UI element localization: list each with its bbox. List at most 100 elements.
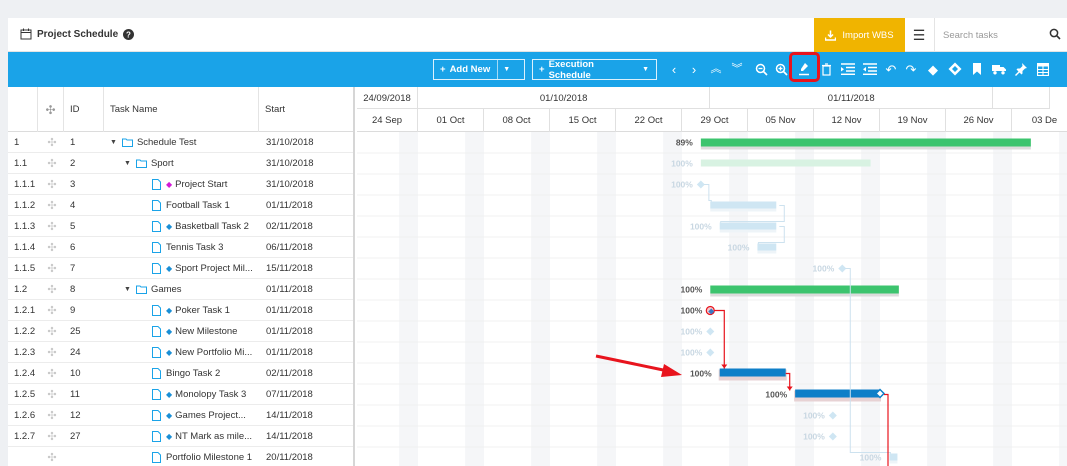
task-name-cell[interactable]: Football Task 1 [152,195,259,216]
drag-handle-icon[interactable]: ✣ [42,153,62,174]
table-row[interactable]: 1 ✣ 1 ▼ Schedule Test 31/10/2018 [8,132,353,153]
expand-toggle-icon[interactable]: ▼ [124,286,131,293]
expand-toggle-icon[interactable]: ▼ [124,160,131,167]
progress-label: 100% [690,222,712,232]
drag-handle-icon[interactable]: ✣ [42,342,62,363]
timeline-week-cell: 22 Oct [616,109,682,132]
gantt-body[interactable]: 89% 100% 100% 100% 100% 100% 100% 100% 100% 100% 1… [357,132,1067,466]
redo-icon[interactable]: ↷ [903,61,919,77]
chevron-left-icon[interactable]: ‹ [666,61,682,77]
id-cell [70,447,104,466]
table-icon[interactable] [1035,61,1051,77]
table-row[interactable]: 1.2.3 ✣ 24 ◆ New Portfolio Mi... 01/11/2018 [8,342,353,363]
progress-label: 100% [765,390,787,400]
table-row[interactable]: 1.2.1 ✣ 9 ◆ Poker Task 1 01/11/2018 [8,300,353,321]
start-cell: 14/11/2018 [266,431,313,442]
page-title-text: Project Schedule [37,28,119,40]
search-input[interactable] [943,27,1043,43]
task-name-text: Basketball Task 2 [175,221,249,232]
panel-header: Project Schedule ? Import WBS ☰ [8,18,1067,52]
undo-icon[interactable]: ↶ [883,61,899,77]
timeline-week-cell: 15 Oct [550,109,616,132]
wbs-cell: 1.1 [14,158,28,169]
collapse-all-icon[interactable]: ︾ [729,61,745,77]
table-row[interactable]: 1.1.5 ✣ 7 ◆ Sport Project Mil... 15/11/2018 [8,258,353,279]
weekend-stripe [861,132,880,466]
weekend-stripe [597,132,616,466]
expand-all-icon[interactable]: ︽ [708,61,724,77]
add-new-dropdown[interactable]: ▼ [497,60,515,79]
wbs-cell: 1.1.4 [14,242,36,253]
delete-icon[interactable] [818,61,834,77]
task-name-cell[interactable]: ◆ New Portfolio Mi... [152,342,259,363]
task-name-cell[interactable]: ◆ Poker Task 1 [152,300,259,321]
table-row[interactable]: 1.2.6 ✣ 12 ◆ Games Project... 14/11/2018 [8,405,353,426]
table-row[interactable]: 1.1.3 ✣ 5 ◆ Basketball Task 2 02/11/2018 [8,216,353,237]
table-row[interactable]: 1.1 ✣ 2 ▼ Sport 31/10/2018 [8,153,353,174]
table-row[interactable]: 1.1.2 ✣ 4 Football Task 1 01/11/2018 [8,195,353,216]
id-cell: 11 [70,389,80,400]
zoom-out-icon[interactable] [753,61,769,77]
baseline-milestone-icon[interactable] [947,61,963,77]
table-row[interactable]: 1.2.4 ✣ 10 Bingo Task 2 02/11/2018 [8,363,353,384]
drag-handle-icon[interactable]: ✣ [42,384,62,405]
table-row[interactable]: 1.2.2 ✣ 25 ◆ New Milestone 01/11/2018 [8,321,353,342]
bookmark-icon[interactable] [969,61,985,77]
truck-icon[interactable] [991,61,1007,77]
table-row[interactable]: ✣ Portfolio Milestone 1 20/11/2018 [8,447,353,466]
id-column-header[interactable]: ID [64,87,104,132]
task-name-cell[interactable]: ◆ Monolopy Task 3 [152,384,259,405]
table-row[interactable]: 1.2 ✣ 8 ▼ Games 01/11/2018 [8,279,353,300]
task-name-cell[interactable]: Bingo Task 2 [152,363,259,384]
drag-handle-icon[interactable]: ✣ [42,447,62,466]
drag-handle-icon[interactable]: ✣ [42,279,62,300]
task-name-cell[interactable]: ◆ NT Mark as mile... [152,426,259,447]
table-row[interactable]: 1.1.1 ✣ 3 ◆ Project Start 31/10/2018 [8,174,353,195]
drag-handle-icon[interactable]: ✣ [42,195,62,216]
task-name-column-header[interactable]: Task Name [104,87,259,132]
start-cell: 31/10/2018 [266,137,314,148]
drag-handle-icon[interactable]: ✣ [42,321,62,342]
add-new-button[interactable]: + Add New ▼ [433,59,525,80]
milestone-icon[interactable]: ◆ [925,61,941,77]
execution-schedule-button[interactable]: + Execution Schedule ▼ [532,59,657,81]
indent-icon[interactable] [840,61,856,77]
start-column-header[interactable]: Start [259,87,353,132]
import-wbs-button[interactable]: Import WBS [814,18,905,52]
drag-handle-icon[interactable]: ✣ [42,237,62,258]
help-icon[interactable]: ? [123,28,135,40]
task-name-cell[interactable]: ◆ New Milestone [152,321,259,342]
progress-label: 100% [681,327,703,337]
chevron-right-icon[interactable]: › [686,61,702,77]
drag-handle-icon[interactable]: ✣ [42,174,62,195]
task-name-cell[interactable]: ◆ Games Project... [152,405,259,426]
table-row[interactable]: 1.2.5 ✣ 11 ◆ Monolopy Task 3 07/11/2018 [8,384,353,405]
drag-handle-icon[interactable]: ✣ [42,258,62,279]
outdent-icon[interactable] [862,61,878,77]
drag-handle-icon[interactable]: ✣ [42,363,62,384]
task-name-cell[interactable]: ▼ Sport [124,153,259,174]
task-name-cell[interactable]: Tennis Task 3 [152,237,259,258]
drag-handle-icon[interactable]: ✣ [42,300,62,321]
timeline-months: 24/09/2018 01/10/2018 01/11/2018 [357,87,1050,109]
task-name-cell[interactable]: ▼ Games [124,279,259,300]
task-name-cell[interactable]: ◆ Project Start [152,174,259,195]
table-row[interactable]: 1.2.7 ✣ 27 ◆ NT Mark as mile... 14/11/2018 [8,426,353,447]
zoom-in-icon[interactable] [773,61,789,77]
task-name-text: Games [150,284,182,295]
pin-icon[interactable] [1013,61,1029,77]
task-name-cell[interactable]: ▼ Schedule Test [110,132,259,153]
drag-handle-icon[interactable]: ✣ [42,426,62,447]
dependency-line-selected [714,309,725,369]
drag-handle-icon[interactable]: ✣ [42,132,62,153]
drag-handle-icon[interactable]: ✣ [42,405,62,426]
document-icon [152,347,161,358]
drag-handle-icon[interactable]: ✣ [42,216,62,237]
task-name-cell[interactable]: Portfolio Milestone 1 [152,447,259,466]
table-row[interactable]: 1.1.4 ✣ 6 Tennis Task 3 06/11/2018 [8,237,353,258]
menu-button[interactable]: ☰ [905,18,933,52]
task-name-cell[interactable]: ◆ Basketball Task 2 [152,216,259,237]
expand-toggle-icon[interactable]: ▼ [110,139,117,146]
task-name-cell[interactable]: ◆ Sport Project Mil... [152,258,259,279]
search-icon[interactable] [1049,28,1061,40]
